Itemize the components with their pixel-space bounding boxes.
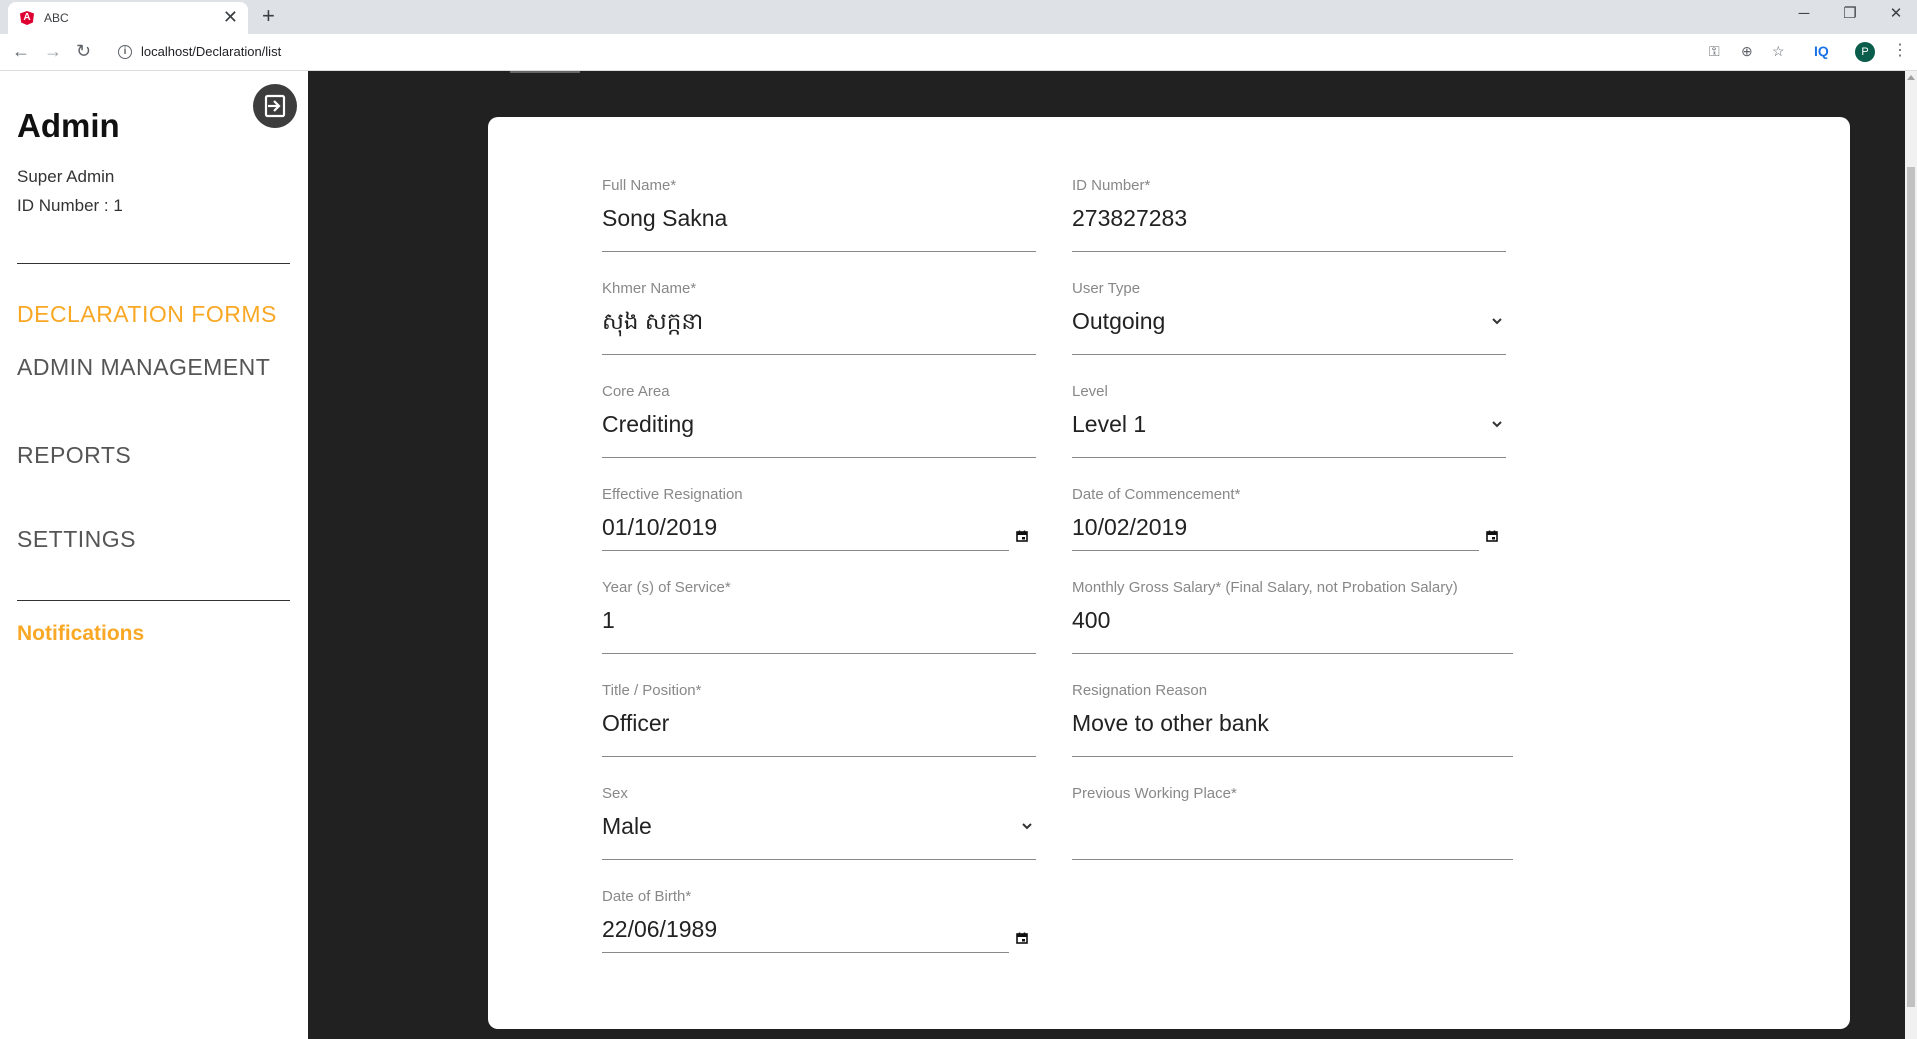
sex-label: Sex [602, 785, 628, 802]
input-underline [602, 550, 1009, 551]
input-underline [602, 354, 1036, 355]
id-number-label: ID Number* [1072, 177, 1151, 194]
effective-resignation-label: Effective Resignation [602, 486, 743, 503]
resignation-reason-input[interactable]: Move to other bank [1072, 710, 1269, 737]
level-value[interactable]: Level 1 [1072, 411, 1146, 438]
browser-menu-icon[interactable]: ⋮ [1892, 41, 1908, 61]
years-of-service-label: Year (s) of Service* [602, 579, 731, 596]
partial-element-above [510, 71, 580, 73]
chevron-down-icon[interactable] [1491, 419, 1503, 429]
input-underline [602, 653, 1036, 654]
khmer-name-input[interactable]: សុង សក្កនា [602, 308, 703, 341]
browser-tab[interactable]: A ABC ✕ [8, 2, 248, 34]
sidebar-divider [17, 263, 290, 264]
site-info-icon[interactable]: i [118, 45, 132, 59]
declaration-form-card: Full Name* Song Sakna ID Number* 2738272… [488, 117, 1850, 1029]
sidebar-divider [17, 600, 290, 601]
input-underline [602, 756, 1036, 757]
browser-toolbar: ← → ↻ i localhost/Declaration/list ⚿ ⊕ ☆… [0, 34, 1917, 71]
nav-notifications[interactable]: Notifications [17, 622, 144, 646]
window-close-icon[interactable]: ✕ [1884, 4, 1908, 24]
input-underline [1072, 457, 1506, 458]
user-type-label: User Type [1072, 280, 1141, 297]
chevron-down-icon[interactable] [1491, 316, 1503, 326]
input-underline [1072, 354, 1506, 355]
forward-icon[interactable]: → [44, 41, 62, 61]
logout-icon [264, 94, 286, 118]
angular-favicon-icon: A [20, 11, 34, 25]
profile-avatar[interactable]: P [1855, 42, 1875, 62]
previous-working-place-label: Previous Working Place* [1072, 785, 1237, 802]
input-underline [602, 952, 1009, 953]
main-content: Full Name* Song Sakna ID Number* 2738272… [308, 71, 1905, 1039]
user-type-value[interactable]: Outgoing [1072, 308, 1165, 335]
effective-resignation-input[interactable]: 01/10/2019 [602, 514, 717, 541]
input-underline [602, 859, 1036, 860]
chevron-down-icon[interactable] [1021, 821, 1033, 831]
tab-title: ABC [44, 11, 69, 25]
new-tab-icon[interactable]: + [262, 4, 275, 28]
key-icon[interactable]: ⚿ [1709, 42, 1720, 60]
calendar-icon[interactable] [1486, 530, 1498, 542]
nav-admin-management[interactable]: ADMIN MANAGEMENT [17, 354, 270, 381]
title-position-label: Title / Position* [602, 682, 702, 699]
scroll-up-arrow-icon[interactable] [1907, 75, 1915, 80]
input-underline [1072, 550, 1479, 551]
calendar-icon[interactable] [1016, 530, 1028, 542]
level-label: Level [1072, 383, 1108, 400]
bookmark-star-icon[interactable]: ☆ [1772, 42, 1785, 60]
calendar-icon[interactable] [1016, 932, 1028, 944]
resignation-reason-label: Resignation Reason [1072, 682, 1208, 699]
date-of-birth-label: Date of Birth* [602, 888, 692, 905]
nav-declaration-forms[interactable]: DECLARATION FORMS [17, 301, 277, 328]
date-of-commencement-input[interactable]: 10/02/2019 [1072, 514, 1187, 541]
monthly-gross-salary-label: Monthly Gross Salary* (Final Salary, not… [1072, 579, 1458, 596]
khmer-name-label: Khmer Name* [602, 280, 697, 297]
input-underline [1072, 859, 1513, 860]
full-name-label: Full Name* [602, 177, 677, 194]
sex-value[interactable]: Male [602, 813, 652, 840]
minimize-icon[interactable]: ─ [1792, 4, 1816, 24]
date-of-birth-input[interactable]: 22/06/1989 [602, 916, 717, 943]
input-underline [1072, 251, 1506, 252]
user-role: Super Admin [17, 167, 115, 186]
back-icon[interactable]: ← [12, 41, 30, 61]
page-scrollbar[interactable] [1905, 71, 1917, 1039]
sidebar: Admin Super Admin ID Number : 1 DECLARAT… [0, 71, 308, 1039]
title-position-input[interactable]: Officer [602, 710, 669, 737]
input-underline [1072, 653, 1513, 654]
scrollbar-thumb[interactable] [1907, 167, 1915, 1007]
input-underline [1072, 756, 1513, 757]
monthly-gross-salary-input[interactable]: 400 [1072, 607, 1110, 634]
nav-settings[interactable]: SETTINGS [17, 526, 136, 553]
full-name-input[interactable]: Song Sakna [602, 205, 727, 232]
extension-iq-icon[interactable]: IQ [1814, 43, 1829, 59]
input-underline [602, 251, 1036, 252]
address-bar[interactable]: localhost/Declaration/list [141, 44, 281, 59]
browser-tabstrip: A ABC ✕ + ─ ❐ ✕ [0, 0, 1917, 34]
zoom-icon[interactable]: ⊕ [1741, 42, 1753, 60]
input-underline [602, 457, 1036, 458]
restore-icon[interactable]: ❐ [1838, 4, 1862, 24]
logout-button[interactable] [253, 84, 297, 128]
tab-close-icon[interactable]: ✕ [223, 8, 238, 26]
id-number-input[interactable]: 273827283 [1072, 205, 1187, 232]
sidebar-title: Admin [17, 107, 120, 144]
date-of-commencement-label: Date of Commencement* [1072, 486, 1241, 503]
core-area-input[interactable]: Crediting [602, 411, 694, 438]
nav-reports[interactable]: REPORTS [17, 442, 131, 469]
core-area-label: Core Area [602, 383, 670, 400]
user-id-number: ID Number : 1 [17, 196, 123, 215]
years-of-service-input[interactable]: 1 [602, 607, 615, 634]
reload-icon[interactable]: ↻ [76, 41, 91, 61]
